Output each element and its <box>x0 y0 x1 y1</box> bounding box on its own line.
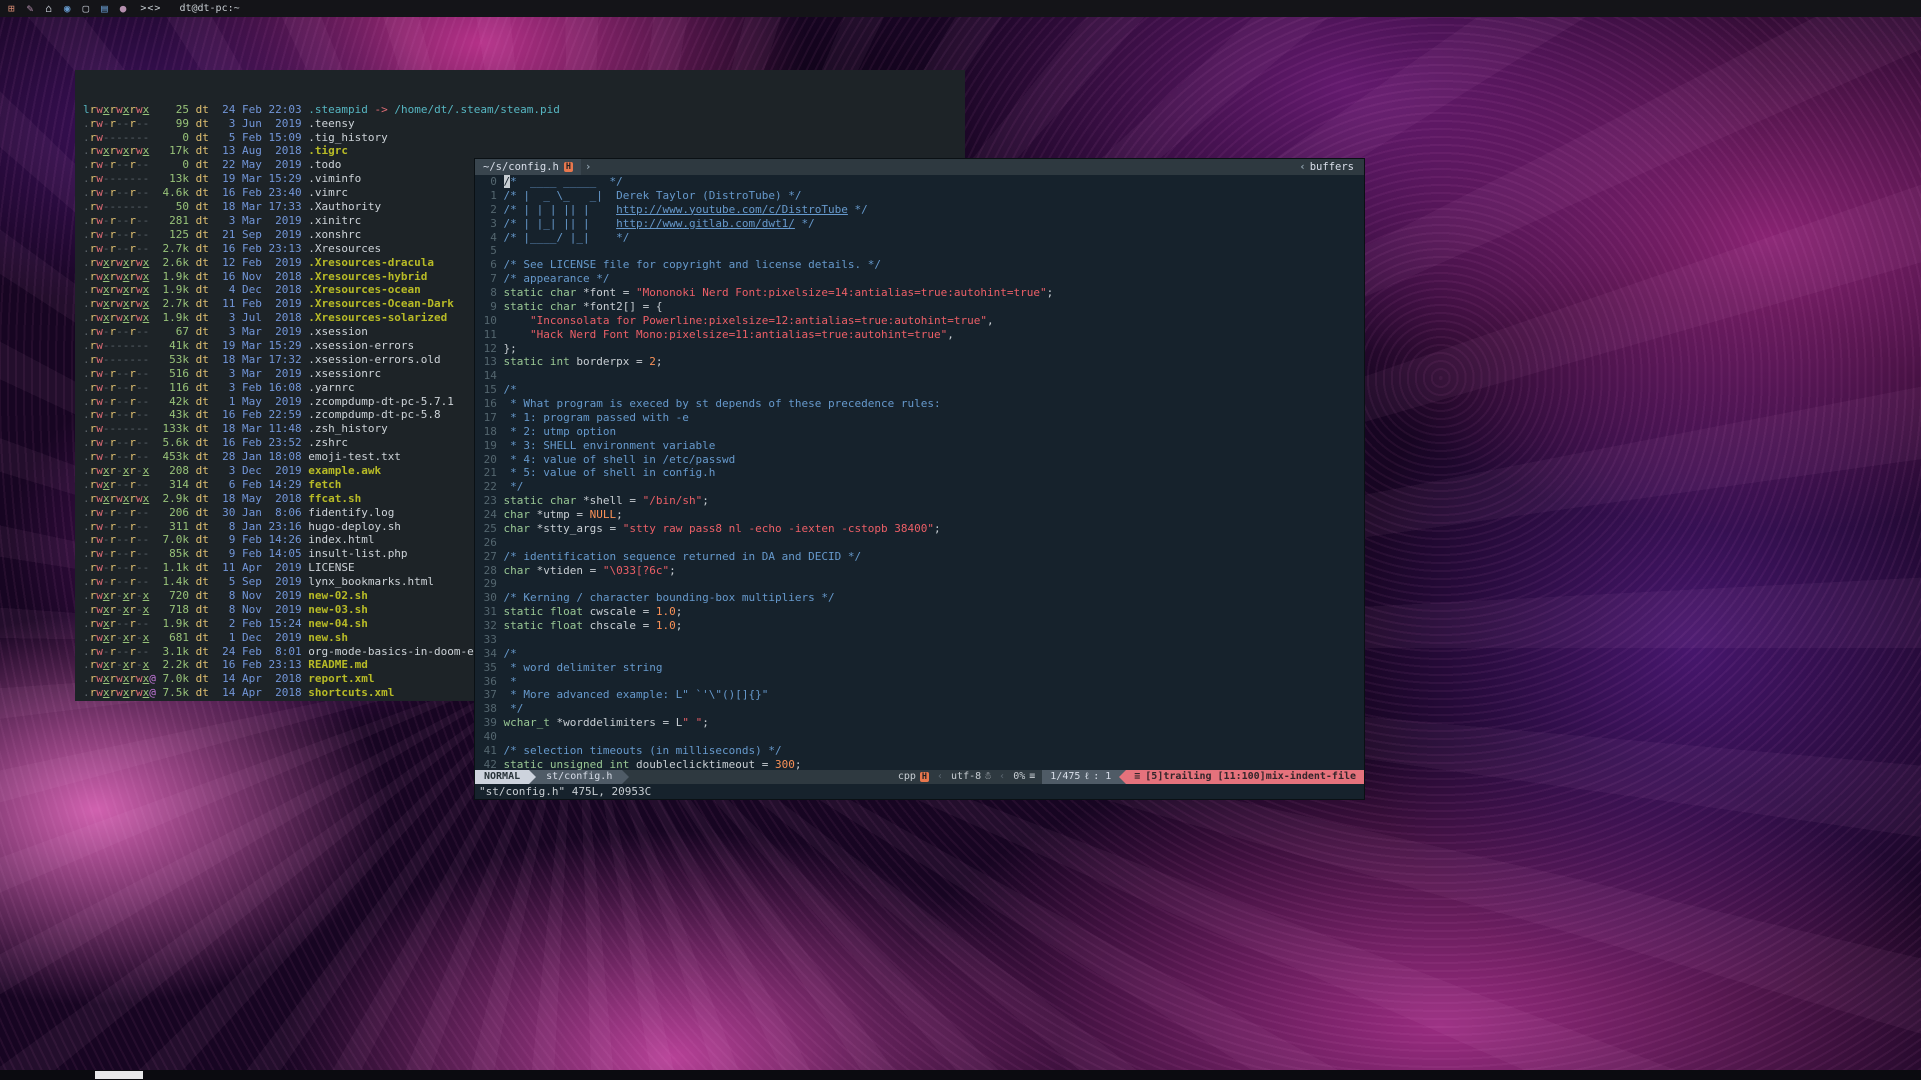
code-line: 18 * 2: utmp option <box>477 425 1364 439</box>
code-area[interactable]: 0 /* ____ _____ */ 1 /* | _ \_ _| Derek … <box>475 175 1364 770</box>
code-line: 35 * word delimiter string <box>477 661 1364 675</box>
code-line: 29 <box>477 577 1364 591</box>
code-line: 14 <box>477 369 1364 383</box>
vim-tabline: ~/s/config.h H › ‹ buffers <box>475 159 1364 175</box>
filetype-h-icon: H <box>564 162 573 172</box>
files-icon[interactable]: ▤ <box>101 0 108 17</box>
tab-config-h[interactable]: ~/s/config.h H <box>475 159 581 175</box>
code-line: 9 static char *font2[] = { <box>477 300 1364 314</box>
code-line: 1 /* | _ \_ _| Derek Taylor (DistroTube)… <box>477 189 1364 203</box>
statusline-warnings: ≡ [5]trailing [11:100]mix-indent-file <box>1126 770 1364 784</box>
window-title: dt@dt-pc:~ <box>179 3 239 14</box>
code-line: 2 /* | | | || | http://www.youtube.com/c… <box>477 203 1364 217</box>
chevron-left-icon: ‹ <box>1295 161 1309 173</box>
powerline-separator <box>1119 770 1126 784</box>
statusline-position: 1/475 ℓ : 1 <box>1042 770 1119 784</box>
code-line: 28 char *vtiden = "\033[?6c"; <box>477 564 1364 578</box>
filetype-h-icon: H <box>920 772 929 782</box>
code-line: 41 /* selection timeouts (in millisecond… <box>477 744 1364 758</box>
taskbar <box>0 1070 1921 1080</box>
list-item: .rwxrwxrwx 17k dt 13 Aug 2018 .tigrc <box>83 144 965 158</box>
code-line: 38 */ <box>477 702 1364 716</box>
code-line: 30 /* Kerning / character bounding-box m… <box>477 591 1364 605</box>
apps-icon[interactable]: ⊞ <box>8 0 15 17</box>
code-line: 34 /* <box>477 647 1364 661</box>
topbar: ⊞ ✎ ⌂ ◉ ▢ ▤ ● ><> dt@dt-pc:~ <box>0 0 1921 17</box>
code-line: 0 /* ____ _____ */ <box>477 175 1364 189</box>
bank-icon[interactable]: ⌂ <box>45 0 52 17</box>
vim-cmdline: "st/config.h" 475L, 20953C <box>475 784 1364 799</box>
code-line: 36 * <box>477 675 1364 689</box>
code-line: 27 /* identification sequence returned i… <box>477 550 1364 564</box>
powerline-separator <box>622 770 629 784</box>
list-item: lrwxrwxrwx 25 dt 24 Feb 22:03 .steampid … <box>83 103 965 117</box>
code-line: 21 * 5: value of shell in config.h <box>477 466 1364 480</box>
thin-separator: ‹ <box>936 770 944 784</box>
code-line: 32 static float chscale = 1.0; <box>477 619 1364 633</box>
topbar-icons: ⊞ ✎ ⌂ ◉ ▢ ▤ ● <box>8 0 126 17</box>
lines-icon: ≡ <box>1029 770 1035 784</box>
display-icon[interactable]: ▢ <box>83 0 90 17</box>
active-window-indicator[interactable] <box>95 1071 143 1079</box>
line-icon: ℓ <box>1084 770 1089 784</box>
powerline-separator <box>529 770 536 784</box>
warnings-text: [5]trailing [11:100]mix-indent-file <box>1145 770 1356 784</box>
fish-shell-glyph: ><> <box>140 3 161 14</box>
record-icon[interactable]: ● <box>120 0 127 17</box>
mode-indicator: NORMAL <box>475 770 529 784</box>
code-line: 10 "Inconsolata for Powerline:pixelsize=… <box>477 314 1364 328</box>
code-line: 17 * 1: program passed with -e <box>477 411 1364 425</box>
code-line: 6 /* See LICENSE file for copyright and … <box>477 258 1364 272</box>
thin-separator: ‹ <box>998 770 1006 784</box>
code-line: 20 * 4: value of shell in /etc/passwd <box>477 453 1364 467</box>
code-line: 22 */ <box>477 480 1364 494</box>
code-line: 23 static char *shell = "/bin/sh"; <box>477 494 1364 508</box>
edit-icon[interactable]: ✎ <box>27 0 34 17</box>
code-line: 39 wchar_t *worddelimiters = L" "; <box>477 716 1364 730</box>
tab-label: ~/s/config.h <box>483 161 559 173</box>
vim-statusline: NORMAL st/config.h cpp H ‹ utf-8 ☃ ‹ 0% … <box>475 770 1364 784</box>
code-line: 24 char *utmp = NULL; <box>477 508 1364 522</box>
code-line: 15 /* <box>477 383 1364 397</box>
scroll-percent: 0% <box>1013 770 1025 784</box>
code-line: 5 <box>477 244 1364 258</box>
statusline-filetype: cpp H <box>891 770 936 784</box>
camera-icon[interactable]: ◉ <box>64 0 71 17</box>
code-line: 8 static char *font = "Mononoki Nerd Fon… <box>477 286 1364 300</box>
code-line: 16 * What program is execed by st depend… <box>477 397 1364 411</box>
code-line: 26 <box>477 536 1364 550</box>
terminal-vim-editor[interactable]: ~/s/config.h H › ‹ buffers 0 /* ____ ___… <box>474 158 1365 800</box>
statusline-percent: 0% ≡ <box>1006 770 1042 784</box>
column-position: : 1 <box>1093 770 1111 784</box>
list-item: .rw-r--r-- 99 dt 3 Jun 2019 .teensy <box>83 117 965 131</box>
code-line: 42 static unsigned int doubleclicktimeou… <box>477 758 1364 770</box>
filetype-label: cpp <box>898 770 916 784</box>
os-icon: ☃ <box>985 770 991 784</box>
code-line: 40 <box>477 730 1364 744</box>
statusline-filename: st/config.h <box>536 770 622 784</box>
code-line: 11 "Hack Nerd Font Mono:pixelsize=11:ant… <box>477 328 1364 342</box>
warnings-icon: ≡ <box>1134 770 1140 784</box>
code-line: 25 char *stty_args = "stty raw pass8 nl … <box>477 522 1364 536</box>
buffers-label[interactable]: buffers <box>1310 161 1364 173</box>
code-line: 19 * 3: SHELL environment variable <box>477 439 1364 453</box>
line-position: 1/475 <box>1050 770 1080 784</box>
code-line: 13 static int borderpx = 2; <box>477 355 1364 369</box>
encoding-label: utf-8 <box>951 770 981 784</box>
code-line: 33 <box>477 633 1364 647</box>
code-line: 37 * More advanced example: L" `'\"()[]{… <box>477 688 1364 702</box>
code-line: 3 /* | |_| || | http://www.gitlab.com/dw… <box>477 217 1364 231</box>
code-line: 31 static float cwscale = 1.0; <box>477 605 1364 619</box>
list-item: .rw------- 0 dt 5 Feb 15:09 .tig_history <box>83 131 965 145</box>
code-line: 7 /* appearance */ <box>477 272 1364 286</box>
statusline-encoding: utf-8 ☃ <box>944 770 998 784</box>
code-line: 12 }; <box>477 342 1364 356</box>
chevron-right-icon: › <box>581 161 595 173</box>
code-line: 4 /* |____/ |_| */ <box>477 231 1364 245</box>
statusline-spacer <box>629 770 890 784</box>
